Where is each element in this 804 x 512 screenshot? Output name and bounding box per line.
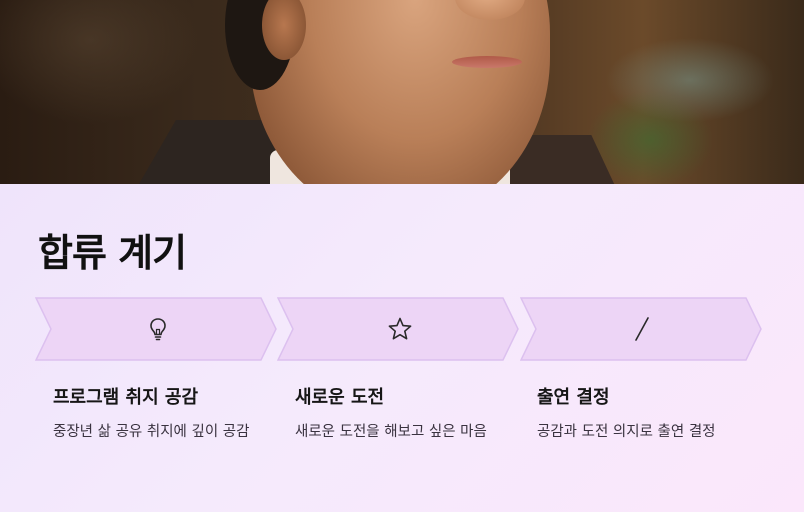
step-1-description: 중장년 삶 공유 취지에 깊이 공감 xyxy=(53,424,250,440)
step-1-chevron xyxy=(35,297,277,361)
section-title: 합류 계기 xyxy=(38,231,187,275)
step-3-title: 출연 결정 xyxy=(537,387,610,408)
step-3-description: 공감과 도전 의지로 출연 결정 xyxy=(537,424,716,440)
step-3-chevron xyxy=(520,297,762,361)
slash-icon xyxy=(628,315,656,343)
step-1-title: 프로그램 취지 공감 xyxy=(53,387,199,408)
lightbulb-icon xyxy=(144,315,172,343)
step-2-title: 새로운 도전 xyxy=(295,387,385,408)
star-icon xyxy=(386,315,414,343)
step-2-description: 새로운 도전을 해보고 싶은 마음 xyxy=(295,424,487,440)
join-reason-section: 합류 계기 프로그램 취지 공감 중장년 삶 공유 취지에 깊이 공감 새로운 … xyxy=(0,184,804,512)
hero-photo xyxy=(0,0,804,184)
step-2-chevron xyxy=(277,297,519,361)
mouth xyxy=(452,56,522,68)
